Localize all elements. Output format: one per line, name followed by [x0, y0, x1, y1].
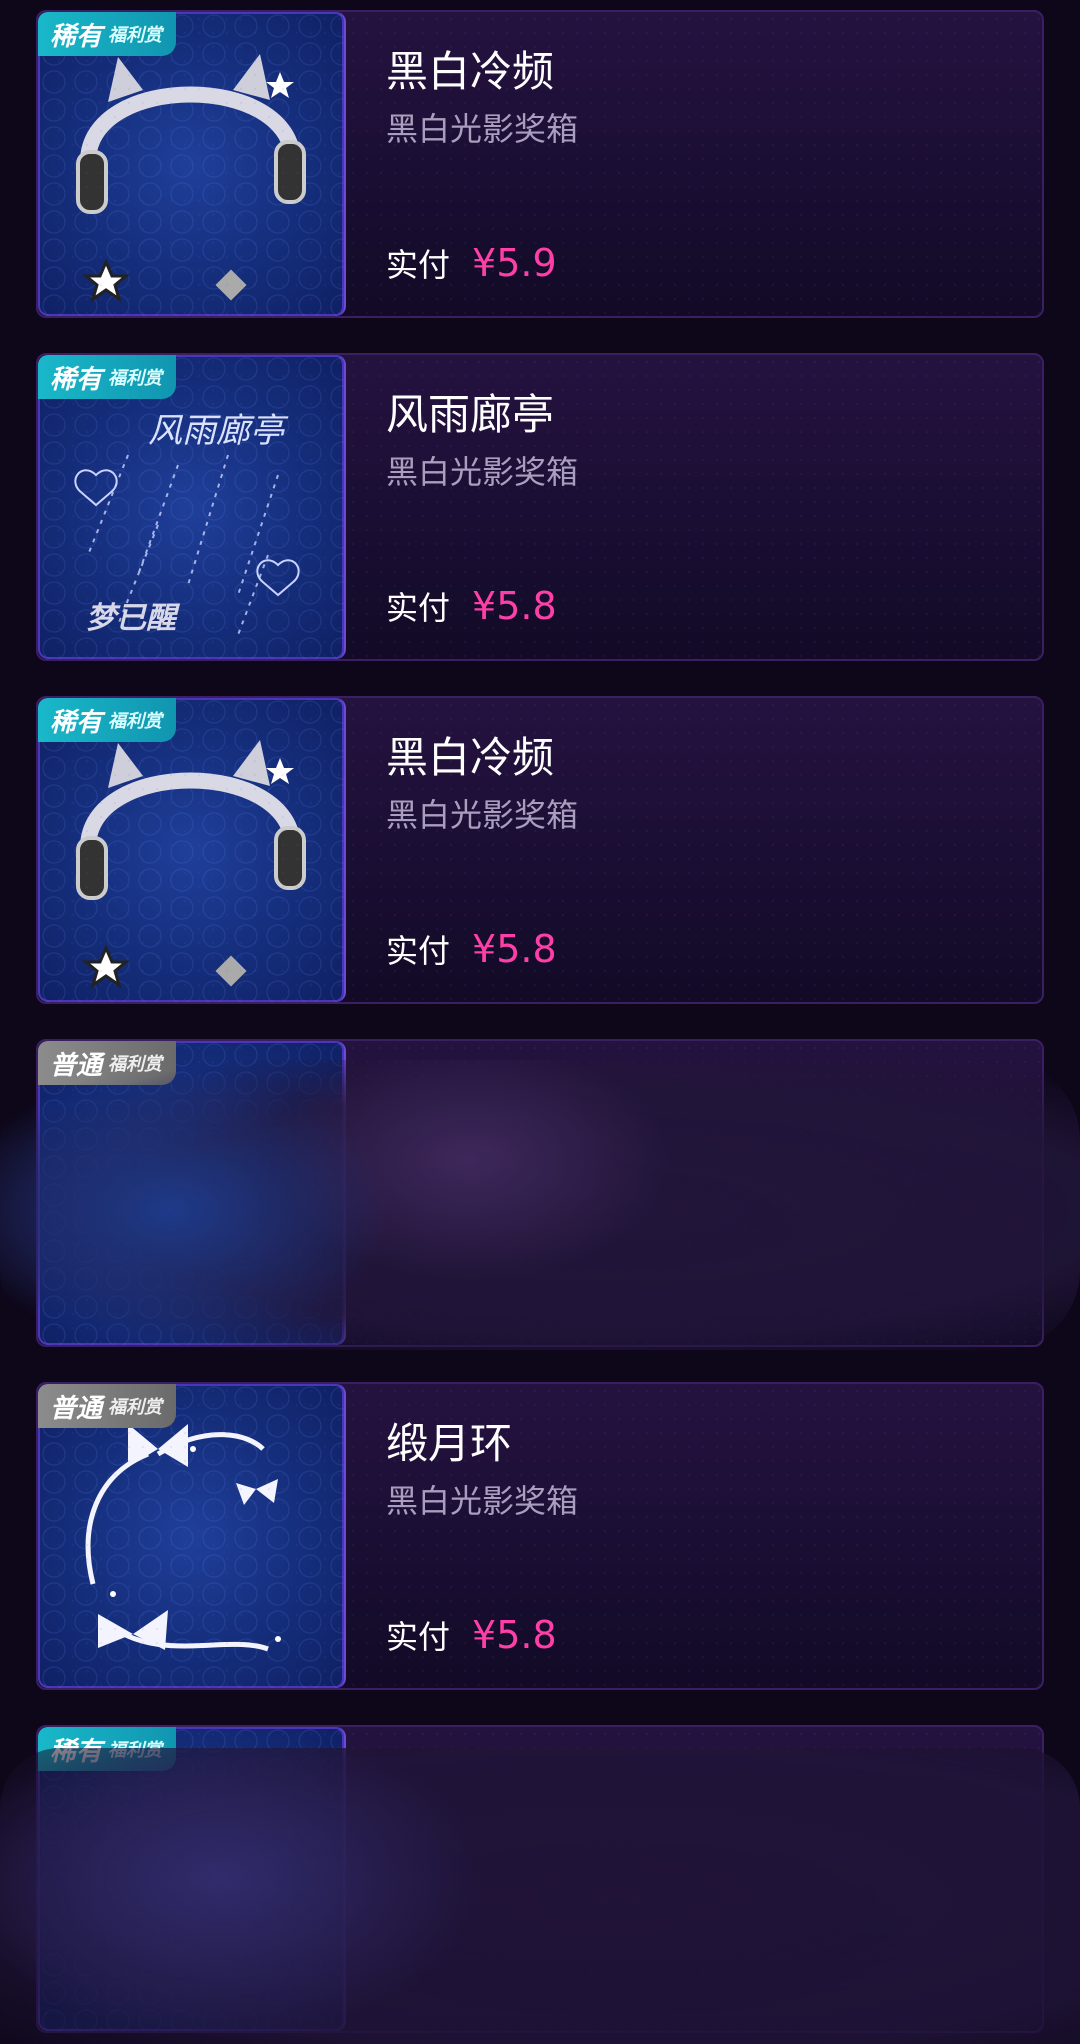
price-value: ¥5.8 — [472, 927, 557, 971]
price-row: 实付 ¥5.8 — [386, 926, 557, 972]
cat-ear-headphone-icon — [76, 54, 306, 303]
cat-ear-headphone-icon — [76, 740, 306, 989]
badge-label: 稀有 — [50, 1736, 103, 1767]
prize-thumbnail: 普通 福利赏 — [38, 1384, 346, 1688]
price-row: 实付 ¥5.8 — [386, 1612, 557, 1658]
price-row: 实付 ¥5.8 — [386, 583, 557, 629]
prize-title: 风雨廊亭 — [386, 390, 555, 439]
prize-title: 黑白冷频 — [386, 733, 555, 782]
prize-thumbnail: 稀有 福利赏 — [38, 1727, 346, 2031]
badge-label: 稀有 — [50, 707, 103, 738]
badge-label: 普通 — [50, 1393, 103, 1424]
prize-card[interactable]: 风雨廊亭 梦已醒 稀有 福利赏 风雨廊亭 黑白光影奖箱 实付 ¥5.8 — [36, 353, 1044, 661]
prize-box-name: 黑白光影奖箱 — [386, 110, 579, 148]
prize-thumbnail: 稀有 福利赏 — [38, 12, 346, 316]
prize-card[interactable]: 稀有 福利赏 黑白冷频 黑白光影奖箱 实付 ¥5.8 — [36, 696, 1044, 1004]
rain-frame-icon — [74, 454, 300, 636]
prize-card[interactable]: 稀有 福利赏 — [36, 1725, 1044, 2033]
badge-sub-label: 福利赏 — [108, 711, 163, 732]
art-title-text: 风雨廊亭 — [148, 411, 284, 451]
price-value: ¥5.8 — [472, 1613, 557, 1657]
badge-sub-label: 福利赏 — [108, 25, 163, 46]
prize-title: 缎月环 — [386, 1419, 513, 1468]
prize-title: 黑白冷频 — [386, 47, 555, 96]
prize-box-name: 黑白光影奖箱 — [386, 453, 579, 491]
badge-sub-label: 福利赏 — [108, 368, 163, 389]
prize-thumbnail: 风雨廊亭 梦已醒 稀有 福利赏 — [38, 355, 346, 659]
badge-label: 普通 — [50, 1050, 103, 1081]
prize-thumbnail: 普通 福利赏 — [38, 1041, 346, 1345]
badge-sub-label: 福利赏 — [108, 1054, 163, 1075]
rarity-badge: 稀有 福利赏 — [38, 1727, 177, 1771]
badge-sub-label: 福利赏 — [108, 1397, 163, 1418]
prize-thumbnail: 稀有 福利赏 — [38, 698, 346, 1002]
price-row: 实付 ¥5.9 — [386, 240, 557, 286]
price-label: 实付 — [386, 932, 451, 970]
price-label: 实付 — [386, 1618, 451, 1656]
rarity-badge: 稀有 福利赏 — [38, 698, 177, 742]
badge-label: 稀有 — [50, 364, 103, 395]
rarity-badge: 普通 福利赏 — [38, 1384, 177, 1428]
badge-sub-label: 福利赏 — [108, 1740, 163, 1761]
ribbon-bow-frame-icon — [85, 1424, 281, 1652]
badge-label: 稀有 — [50, 21, 103, 52]
rarity-badge: 稀有 福利赏 — [38, 12, 177, 56]
art-signature-text: 梦已醒 — [86, 601, 176, 636]
price-value: ¥5.8 — [472, 584, 557, 628]
prize-card[interactable]: 普通 福利赏 — [36, 1039, 1044, 1347]
prize-card[interactable]: 稀有 福利赏 黑白冷频 黑白光影奖箱 实付 ¥5.9 — [36, 10, 1044, 318]
price-label: 实付 — [386, 246, 451, 284]
prize-box-name: 黑白光影奖箱 — [386, 796, 579, 834]
rarity-badge: 普通 福利赏 — [38, 1041, 177, 1085]
rarity-badge: 稀有 福利赏 — [38, 355, 177, 399]
price-label: 实付 — [386, 589, 451, 627]
prize-card[interactable]: 普通 福利赏 缎月环 黑白光影奖箱 实付 ¥5.8 — [36, 1382, 1044, 1690]
price-value: ¥5.9 — [472, 241, 557, 285]
prize-box-name: 黑白光影奖箱 — [386, 1482, 579, 1520]
